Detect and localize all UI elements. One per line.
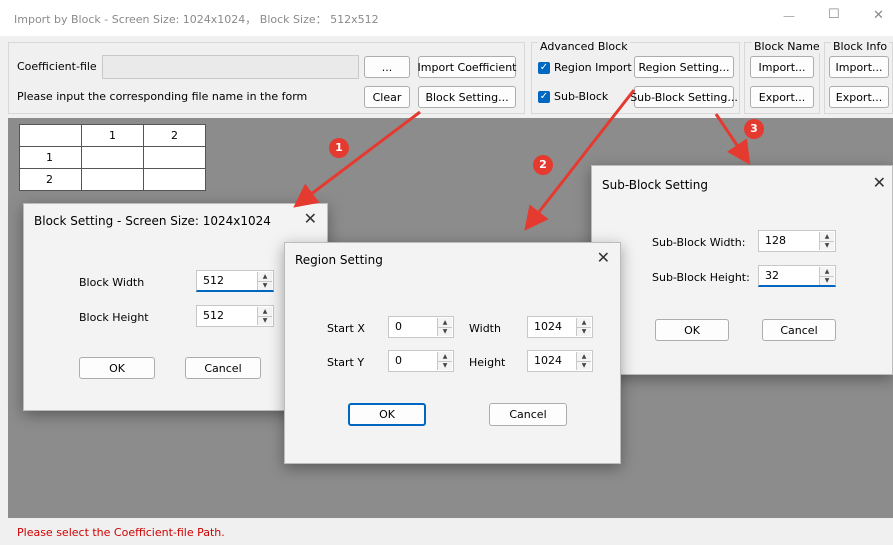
dialog-title: Region Setting [295,253,383,267]
title-bar: Import by Block - Screen Size: 1024x1024… [0,0,893,36]
close-button[interactable]: ✕ [873,8,884,23]
block-name-import-button[interactable]: Import... [750,56,814,78]
stepper-arrows[interactable]: ▲ ▼ [576,318,591,336]
col-header: 2 [143,124,206,147]
stepper-arrows[interactable]: ▲ ▼ [437,318,452,336]
width-value: 1024 [534,320,562,333]
block-height-value: 512 [203,309,224,322]
block-table[interactable]: 1 2 1 2 [19,124,206,191]
sub-block-setting-button[interactable]: Sub-Block Setting... [630,86,738,108]
col-header: 1 [81,124,144,147]
down-arrow-icon[interactable]: ▼ [820,241,834,250]
sub-block-width-label: Sub-Block Width: [652,236,746,249]
down-arrow-icon[interactable]: ▼ [438,361,452,370]
table-cell[interactable] [143,168,206,191]
table-cell[interactable] [143,146,206,169]
ok-button[interactable]: OK [79,357,155,379]
sub-block-width-stepper[interactable]: 128 ▲ ▼ [758,230,836,252]
block-setting-button[interactable]: Block Setting... [418,86,516,108]
clear-button[interactable]: Clear [364,86,410,108]
status-text: Please select the Coefficient-file Path. [17,526,225,539]
marker-1: 1 [329,138,349,158]
window-title: Import by Block - Screen Size: 1024x1024… [14,13,379,26]
close-icon[interactable]: ✕ [304,209,317,228]
block-width-stepper[interactable]: 512 ▲ ▼ [196,270,274,292]
marker-3: 3 [744,119,764,139]
block-height-label: Block Height [79,311,149,324]
down-arrow-icon[interactable]: ▼ [820,276,834,285]
cancel-button[interactable]: Cancel [489,403,567,426]
down-arrow-icon[interactable]: ▼ [258,316,272,325]
sub-block-setting-dialog: Sub-Block Setting ✕ Sub-Block Width: 128… [591,165,893,375]
start-x-value: 0 [395,320,402,333]
down-arrow-icon[interactable]: ▼ [577,327,591,336]
sub-block-height-value: 32 [765,269,779,282]
coefficient-file-label: Coefficient-file [17,60,97,73]
marker-2: 2 [533,155,553,175]
region-setting-dialog: Region Setting ✕ Start X 0 ▲ ▼ Width 1024… [284,242,621,464]
sub-block-checkbox[interactable]: ✓ [538,91,550,103]
row-header: 1 [19,146,82,169]
sub-block-height-label: Sub-Block Height: [652,271,750,284]
stepper-arrows[interactable]: ▲ ▼ [257,307,272,325]
dialog-title: Block Setting - Screen Size: 1024x1024 [34,214,271,228]
width-stepper[interactable]: 1024 ▲ ▼ [527,316,593,338]
advanced-block-title: Advanced Block [538,40,630,53]
table-corner [19,124,82,147]
sub-block-height-stepper[interactable]: 32 ▲ ▼ [758,265,836,287]
stepper-arrows[interactable]: ▲ ▼ [437,352,452,370]
block-setting-dialog: Block Setting - Screen Size: 1024x1024 ✕… [23,203,328,411]
start-y-value: 0 [395,354,402,367]
block-name-title: Block Name [752,40,822,53]
sub-block-label: Sub-Block [554,90,609,103]
stepper-arrows[interactable]: ▲ ▼ [576,352,591,370]
coefficient-file-input[interactable] [102,55,359,79]
down-arrow-icon[interactable]: ▼ [258,281,272,290]
cancel-button[interactable]: Cancel [762,319,836,341]
down-arrow-icon[interactable]: ▼ [577,361,591,370]
close-icon[interactable]: ✕ [597,248,610,267]
block-info-import-button[interactable]: Import... [829,56,889,78]
start-x-label: Start X [327,322,365,335]
stepper-arrows[interactable]: ▲ ▼ [819,232,834,250]
down-arrow-icon[interactable]: ▼ [438,327,452,336]
import-coefficient-button[interactable]: Import Coefficient [418,56,517,78]
cancel-button[interactable]: Cancel [185,357,261,379]
ok-button[interactable]: OK [348,403,426,426]
region-import-label: Region Import [554,61,632,74]
minimize-button[interactable]: — [783,9,795,23]
height-stepper[interactable]: 1024 ▲ ▼ [527,350,593,372]
stepper-arrows[interactable]: ▲ ▼ [257,272,272,290]
start-y-stepper[interactable]: 0 ▲ ▼ [388,350,454,372]
hint-text: Please input the corresponding file name… [17,90,308,103]
height-label: Height [469,356,506,369]
start-x-stepper[interactable]: 0 ▲ ▼ [388,316,454,338]
block-width-value: 512 [203,274,224,287]
browse-button[interactable]: ... [364,56,410,78]
stepper-arrows[interactable]: ▲ ▼ [819,267,834,285]
table-cell[interactable] [81,168,144,191]
block-name-export-button[interactable]: Export... [750,86,814,108]
block-info-title: Block Info [831,40,890,53]
height-value: 1024 [534,354,562,367]
region-import-checkbox[interactable]: ✓ [538,62,550,74]
sub-block-width-value: 128 [765,234,786,247]
block-height-stepper[interactable]: 512 ▲ ▼ [196,305,274,327]
table-cell[interactable] [81,146,144,169]
row-header: 2 [19,168,82,191]
maximize-button[interactable]: ☐ [828,7,840,22]
width-label: Width [469,322,501,335]
region-setting-button[interactable]: Region Setting... [634,56,734,78]
start-y-label: Start Y [327,356,365,369]
close-icon[interactable]: ✕ [873,173,886,192]
block-width-label: Block Width [79,276,145,289]
ok-button[interactable]: OK [655,319,729,341]
dialog-title: Sub-Block Setting [602,178,708,192]
block-info-export-button[interactable]: Export... [829,86,889,108]
